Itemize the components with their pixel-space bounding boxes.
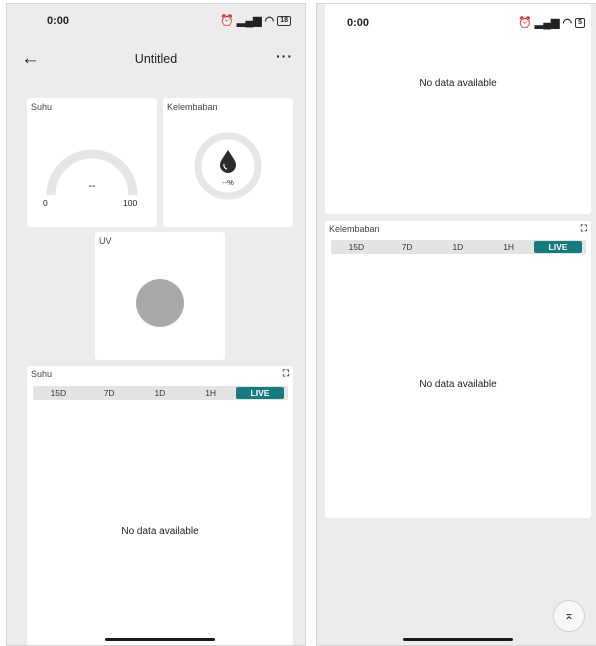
- wifi-icon: ◠: [562, 17, 573, 29]
- expand-icon[interactable]: ⛶: [283, 368, 289, 379]
- chart-title: Suhu: [31, 369, 53, 379]
- range-1h-button[interactable]: 1H: [483, 240, 534, 254]
- kelembaban-chart-card: Kelembaban ⛶ 15D 7D 1D 1H LIVE No data a…: [325, 221, 591, 518]
- humidity-ring: [194, 132, 262, 200]
- signal-icon: ▂▄▆: [534, 17, 560, 29]
- suhu-chart-card: Suhu ⛶ 15D 7D 1D 1H LIVE No data availab…: [27, 366, 293, 645]
- battery-icon: 18: [277, 15, 291, 26]
- right-phone-screen: No data available 0:00 ⏰ ▂▄▆ ◠ 5 Kelemba…: [316, 3, 596, 646]
- suhu-gauge-card[interactable]: Suhu -- 0 100: [27, 98, 157, 227]
- range-7d-button[interactable]: 7D: [382, 240, 433, 254]
- wifi-icon: ◠: [264, 15, 275, 27]
- kelembaban-card[interactable]: Kelembaban --%: [163, 98, 293, 227]
- empty-state-text: No data available: [419, 78, 497, 89]
- uv-indicator: [136, 279, 184, 327]
- more-horizontal-icon[interactable]: ···: [276, 48, 293, 64]
- range-7d-button[interactable]: 7D: [84, 386, 135, 400]
- gauge-value: --: [88, 180, 96, 192]
- left-phone-screen: 0:00 ⏰ ▂▄▆ ◠ 18 ← Untitled ··· Suhu -- 0…: [6, 3, 306, 646]
- alarm-icon: ⏰: [518, 17, 532, 29]
- home-indicator: [403, 638, 513, 641]
- status-time: 0:00: [347, 17, 370, 29]
- range-live-button[interactable]: LIVE: [236, 387, 284, 399]
- home-indicator: [105, 638, 215, 641]
- range-1h-button[interactable]: 1H: [185, 386, 236, 400]
- chevron-up-to-top-icon: ⌅: [563, 608, 575, 622]
- uv-card[interactable]: UV: [95, 232, 225, 360]
- gauge-max-label: 100: [123, 198, 138, 208]
- range-live-button[interactable]: LIVE: [534, 241, 582, 253]
- battery-icon: 5: [575, 17, 585, 28]
- expand-icon[interactable]: ⛶: [581, 223, 587, 234]
- time-range-selector: 15D 7D 1D 1H LIVE: [331, 240, 586, 254]
- time-range-selector: 15D 7D 1D 1H LIVE: [33, 386, 288, 400]
- chart-title: Kelembaban: [329, 224, 380, 234]
- status-time: 0:00: [47, 15, 70, 27]
- page-title: Untitled: [134, 52, 178, 66]
- empty-state-text: No data available: [419, 379, 497, 390]
- range-15d-button[interactable]: 15D: [33, 386, 84, 400]
- alarm-icon: ⏰: [220, 15, 234, 27]
- card-label: UV: [99, 236, 112, 246]
- range-1d-button[interactable]: 1D: [433, 240, 484, 254]
- status-icons: ⏰ ▂▄▆ ◠ 18: [220, 14, 291, 27]
- status-bar: 0:00 ⏰ ▂▄▆ ◠ 18: [7, 4, 305, 38]
- empty-state-text: No data available: [121, 526, 199, 537]
- range-15d-button[interactable]: 15D: [331, 240, 382, 254]
- status-bar: 0:00 ⏰ ▂▄▆ ◠ 5: [317, 4, 596, 38]
- water-drop-icon: [220, 150, 236, 173]
- humidity-value: --%: [222, 178, 234, 187]
- signal-icon: ▂▄▆: [236, 15, 262, 27]
- scroll-to-top-button[interactable]: ⌅: [553, 600, 585, 632]
- app-bar: ← Untitled ···: [7, 44, 305, 76]
- status-icons: ⏰ ▂▄▆ ◠ 5: [518, 16, 585, 29]
- range-1d-button[interactable]: 1D: [135, 386, 186, 400]
- gauge-min-label: 0: [43, 198, 48, 208]
